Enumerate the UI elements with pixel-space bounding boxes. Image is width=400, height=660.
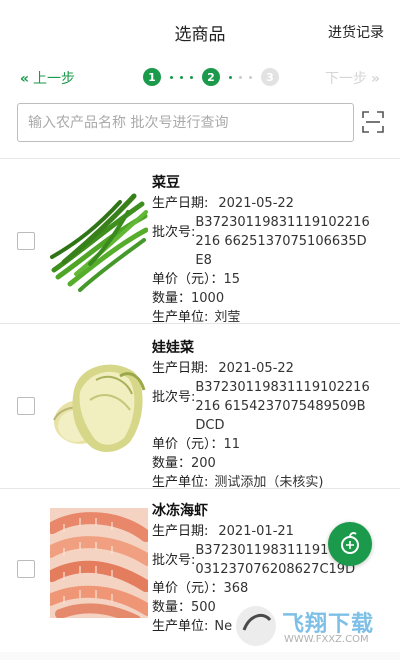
prev-step-label: 上一步 — [33, 71, 76, 87]
product-checkbox[interactable] — [17, 232, 35, 250]
search-input[interactable] — [18, 104, 353, 141]
product-item[interactable]: 娃娃菜 生产日期: 2021-05-22 批次号: B372301198311191… — [0, 325, 400, 492]
product-checkbox[interactable] — [17, 397, 35, 415]
step-3: 3 — [261, 68, 279, 86]
product-checkbox[interactable] — [17, 560, 35, 578]
status-bar — [0, 0, 400, 10]
product-info: 娃娃菜 生产日期: 2021-05-22 批次号: B372301198311191… — [152, 337, 392, 492]
watermark-url: WWW.FXXZ.COM — [284, 634, 369, 645]
product-image-frozen-shrimp — [50, 508, 148, 618]
product-image-green-beans — [50, 182, 148, 292]
quantity-row: 数量： 1000 — [152, 291, 225, 306]
product-name: 菜豆 — [152, 175, 180, 191]
production-date-row: 生产日期: 2021-05-22 — [152, 361, 294, 376]
production-date-row: 生产日期: 2021-05-22 — [152, 196, 294, 211]
scan-icon[interactable] — [362, 111, 384, 133]
batch-number-row: 批次号: B37230119831119102216216 61542370754… — [152, 380, 370, 433]
divider — [0, 323, 400, 324]
step-bar: «上一步 1 2 3 下一步» — [0, 60, 400, 94]
search-box — [17, 103, 354, 142]
divider — [0, 488, 400, 489]
divider — [0, 158, 400, 159]
unit-price-row: 单价（元）： 368 — [152, 581, 249, 596]
bottom-bar — [0, 652, 400, 660]
step-indicator: 1 2 3 — [143, 67, 279, 87]
batch-number-row: 批次号: B37230119831119102216216 66251370751… — [152, 215, 370, 268]
product-name: 冰冻海虾 — [152, 503, 208, 519]
next-step-button[interactable]: 下一步» — [325, 68, 380, 88]
purchase-history-link[interactable]: 进货记录 — [328, 22, 384, 42]
step-connector — [170, 75, 193, 79]
step-2: 2 — [202, 68, 220, 86]
step-connector — [229, 75, 252, 79]
title-bar: 选商品 进货记录 — [0, 10, 400, 50]
product-name: 娃娃菜 — [152, 340, 194, 356]
product-info: 菜豆 生产日期: 2021-05-22 批次号: B3723011983111910… — [152, 172, 392, 327]
vegetable-icon — [341, 532, 359, 554]
double-chevron-left-icon: « — [20, 71, 30, 87]
unit-price-row: 单价（元）： 15 — [152, 272, 241, 287]
product-item[interactable]: 菜豆 生产日期: 2021-05-22 批次号: B3723011983111910… — [0, 160, 400, 327]
unit-price-row: 单价（元）： 11 — [152, 437, 241, 452]
prev-step-button[interactable]: «上一步 — [20, 68, 75, 88]
next-step-label: 下一步 — [324, 71, 367, 87]
product-image-baby-cabbage — [50, 350, 148, 460]
quantity-row: 数量： 200 — [152, 456, 216, 471]
floating-action-button[interactable] — [328, 522, 372, 566]
site-watermark: 飞翔下载 WWW.FXXZ.COM — [234, 600, 394, 656]
double-chevron-right-icon: » — [370, 71, 380, 87]
step-1: 1 — [143, 68, 161, 86]
